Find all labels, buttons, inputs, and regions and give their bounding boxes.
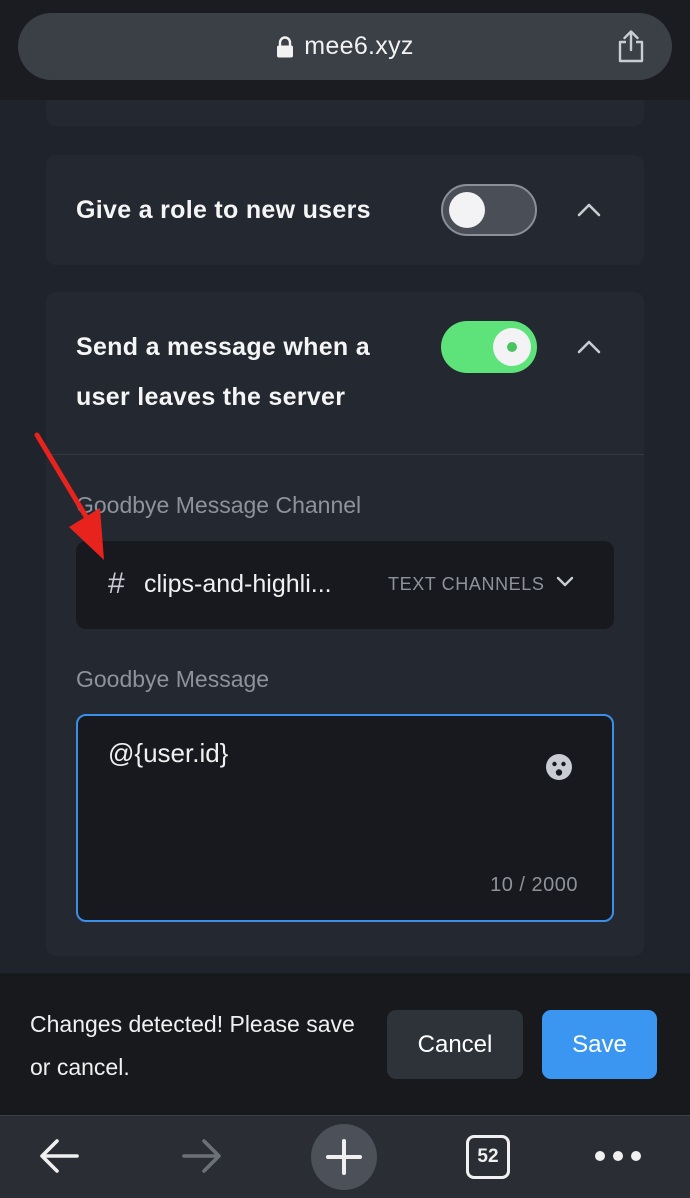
chevron-up-icon[interactable] [576, 339, 602, 355]
goodbye-message-value: @{user.id} [108, 738, 229, 768]
role-card: Give a role to new users [46, 155, 644, 265]
address-bar-content: mee6.xyz [18, 13, 672, 80]
goodbye-toggle-knob [493, 328, 531, 366]
save-button[interactable]: Save [542, 1010, 657, 1079]
back-arrow-icon[interactable] [35, 1132, 83, 1180]
role-card-title: Give a role to new users [76, 196, 371, 224]
changes-detected-message: Changes detected! Please save or cancel. [30, 1011, 355, 1080]
chevron-up-icon[interactable] [576, 202, 602, 218]
tabs-button[interactable]: 52 [466, 1135, 510, 1179]
address-bar[interactable]: mee6.xyz [18, 13, 672, 80]
browser-top-bar: mee6.xyz [0, 0, 690, 101]
channel-label: Goodbye Message Channel [76, 492, 362, 518]
char-counter: 10 / 2000 [490, 874, 578, 896]
goodbye-card: Send a message when a user leaves the se… [46, 292, 644, 956]
page-content: Give a role to new users Send a message … [0, 100, 690, 973]
channel-select-value: clips-and-highli... [144, 570, 332, 598]
previous-card [46, 100, 644, 126]
cancel-button[interactable]: Cancel [387, 1010, 523, 1079]
role-toggle[interactable] [441, 184, 537, 236]
chevron-down-icon [556, 576, 574, 587]
share-icon[interactable] [616, 29, 646, 63]
goodbye-toggle[interactable] [441, 321, 537, 373]
forward-arrow-icon[interactable] [178, 1132, 226, 1180]
goodbye-message-input[interactable]: @{user.id} 10 / 2000 [76, 714, 614, 922]
tab-count: 52 [477, 1146, 499, 1167]
hash-icon: # [108, 567, 125, 600]
channel-select[interactable]: # clips-and-highli... TEXT CHANNELS [76, 541, 614, 629]
card-divider [46, 454, 644, 455]
browser-bottom-toolbar: 52 [0, 1115, 690, 1198]
message-label: Goodbye Message [76, 666, 270, 692]
lock-icon [277, 35, 294, 57]
emoji-icon[interactable] [544, 752, 574, 782]
unsaved-changes-bar: Changes detected! Please save or cancel.… [0, 973, 690, 1115]
goodbye-card-title: Send a message when a user leaves the se… [76, 333, 370, 411]
more-dots-icon[interactable] [592, 1146, 644, 1166]
role-toggle-knob [449, 192, 485, 228]
channel-group-label: TEXT CHANNELS [388, 574, 545, 594]
url-text: mee6.xyz [304, 32, 414, 60]
new-tab-button[interactable] [311, 1124, 377, 1190]
plus-icon [326, 1139, 362, 1175]
